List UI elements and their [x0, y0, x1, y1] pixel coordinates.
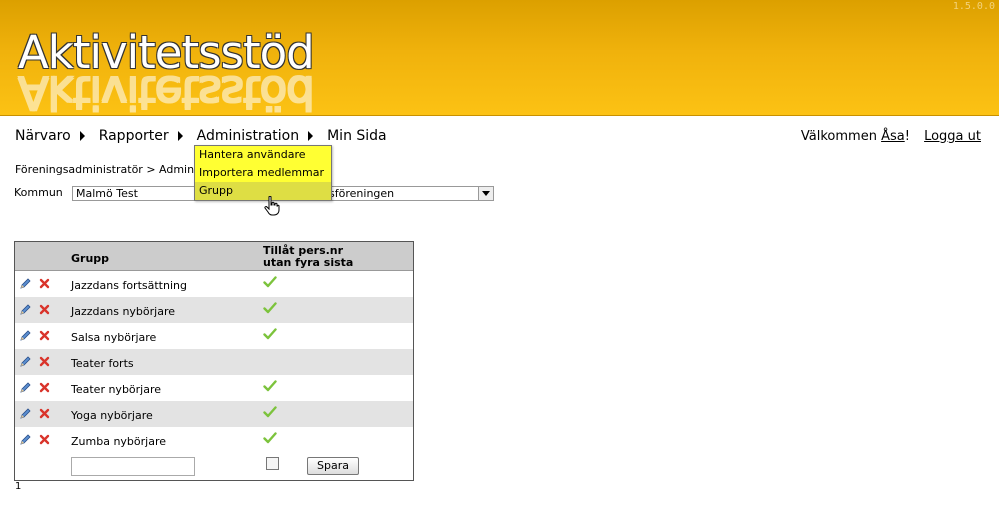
- delete-x-icon[interactable]: [39, 408, 50, 422]
- table-row: Teater nybörjare: [15, 375, 413, 401]
- kommun-value: Malmö Test: [76, 187, 138, 200]
- welcome-text: Välkommen: [800, 129, 877, 144]
- delete-x-icon[interactable]: [39, 278, 50, 292]
- group-table: Grupp Tillåt pers.nr utan fyra sista Jaz…: [14, 241, 414, 481]
- group-name: Jazzdans fortsättning: [71, 279, 187, 292]
- allow-pnr-checkbox[interactable]: [266, 457, 279, 470]
- delete-x-icon[interactable]: [39, 330, 50, 344]
- nav-item-label[interactable]: Rapporter: [99, 128, 169, 144]
- nav-item-label[interactable]: Min Sida: [327, 128, 387, 144]
- delete-x-icon[interactable]: [39, 434, 50, 448]
- menu-item-importera-medlemmar[interactable]: Importera medlemmar: [195, 164, 331, 182]
- logo-reflection: Aktivitetsstöd: [18, 66, 314, 116]
- table-header: Grupp Tillåt pers.nr utan fyra sista: [15, 242, 413, 271]
- column-header-tillat: Tillåt pers.nr utan fyra sista: [263, 245, 353, 269]
- arrow-right-icon: [308, 131, 314, 141]
- welcome-area: Välkommen Åsa! Logga ut: [801, 129, 981, 144]
- edit-pencil-icon[interactable]: [19, 356, 31, 371]
- new-group-input[interactable]: [71, 457, 195, 476]
- checkmark-icon: [263, 432, 277, 447]
- nav-item-label[interactable]: Närvaro: [15, 128, 71, 144]
- chevron-down-icon[interactable]: [478, 187, 493, 200]
- table-row: Zumba nybörjare: [15, 427, 413, 453]
- nav-item-min-sida[interactable]: Min Sida: [327, 128, 387, 144]
- column-header-grupp: Grupp: [71, 252, 110, 265]
- edit-pencil-icon[interactable]: [19, 408, 31, 423]
- administration-dropdown: Hantera användare Importera medlemmar Gr…: [194, 145, 332, 201]
- delete-x-icon[interactable]: [39, 382, 50, 396]
- group-name: Jazzdans nybörjare: [71, 305, 176, 318]
- pager-page-1[interactable]: 1: [15, 481, 21, 492]
- column-header-tillat-line2: utan fyra sista: [263, 256, 354, 269]
- main-nav: Närvaro Rapporter Administration Min Sid…: [15, 126, 401, 146]
- edit-pencil-icon[interactable]: [19, 278, 31, 293]
- delete-x-icon[interactable]: [39, 304, 50, 318]
- arrow-right-icon: [79, 131, 85, 141]
- checkmark-icon: [263, 302, 277, 317]
- save-button[interactable]: Spara: [307, 457, 359, 475]
- app-header: 1.5.0.0 Aktivitetsstöd Aktivitetsstöd: [0, 0, 999, 116]
- group-name: Teater forts: [71, 357, 134, 370]
- table-row: Jazzdans nybörjare: [15, 297, 413, 323]
- edit-pencil-icon[interactable]: [19, 382, 31, 397]
- welcome-suffix: !: [904, 129, 910, 144]
- checkmark-icon: [263, 276, 277, 291]
- group-name: Teater nybörjare: [71, 383, 162, 396]
- menu-item-hantera-anvandare[interactable]: Hantera användare: [195, 146, 331, 164]
- edit-pencil-icon[interactable]: [19, 304, 31, 319]
- group-name: Salsa nybörjare: [71, 331, 157, 344]
- checkmark-icon: [263, 380, 277, 395]
- hand-cursor-icon: [264, 196, 280, 216]
- table-row: Jazzdans fortsättning: [15, 271, 413, 297]
- group-name: Yoga nybörjare: [71, 409, 153, 422]
- forening-select[interactable]: insföreningen: [316, 186, 494, 201]
- edit-pencil-icon[interactable]: [19, 330, 31, 345]
- table-row: Teater forts: [15, 349, 413, 375]
- kommun-select[interactable]: Malmö Test: [72, 186, 203, 201]
- checkmark-icon: [263, 406, 277, 421]
- breadcrumb: Föreningsadministratör > Admin: [15, 163, 195, 176]
- nav-item-administration[interactable]: Administration: [197, 128, 314, 144]
- checkmark-icon: [263, 328, 277, 343]
- menu-item-grupp[interactable]: Grupp: [195, 182, 331, 200]
- nav-item-narvaro[interactable]: Närvaro: [15, 128, 85, 144]
- kommun-label: Kommun: [14, 186, 63, 199]
- table-row: Salsa nybörjare: [15, 323, 413, 349]
- version-label: 1.5.0.0: [952, 1, 995, 12]
- delete-x-icon[interactable]: [39, 356, 50, 370]
- nav-item-label[interactable]: Administration: [197, 128, 299, 144]
- table-row: Yoga nybörjare: [15, 401, 413, 427]
- group-name: Zumba nybörjare: [71, 435, 167, 448]
- arrow-right-icon: [177, 131, 183, 141]
- edit-pencil-icon[interactable]: [19, 434, 31, 449]
- nav-item-rapporter[interactable]: Rapporter: [99, 128, 183, 144]
- user-name-link[interactable]: Åsa: [881, 129, 905, 144]
- logout-link[interactable]: Logga ut: [924, 129, 981, 144]
- new-group-row: Spara: [15, 453, 413, 480]
